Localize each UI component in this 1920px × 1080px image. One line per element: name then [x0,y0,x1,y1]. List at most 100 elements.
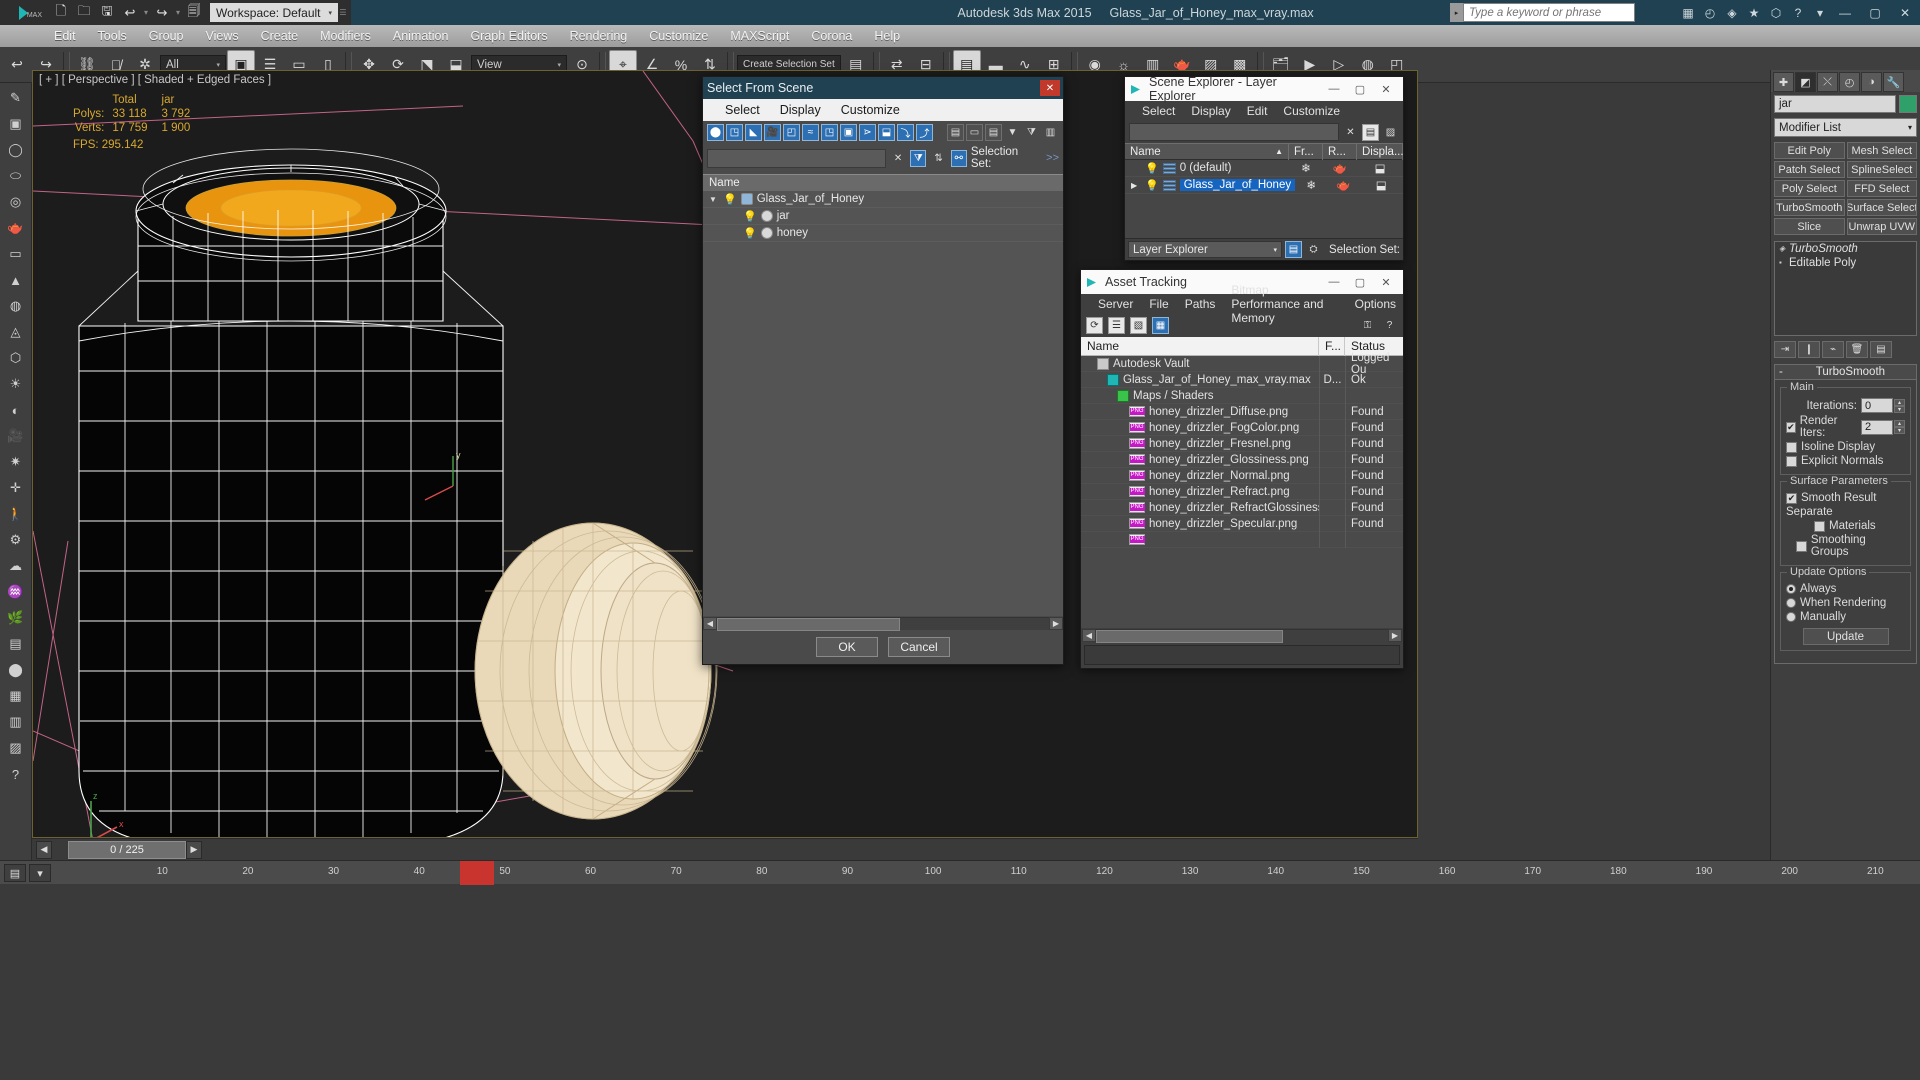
undo-dropdown-icon[interactable]: ▾ [142,2,150,23]
save-icon[interactable]: 🖫 [96,2,118,23]
table-row[interactable]: PNG honey_drizzler_FogColor.png Found [1081,419,1403,436]
list-view-icon[interactable]: ☰ [1108,317,1125,334]
render-iters-spinner[interactable]: 2 ▴ ▾ [1861,419,1905,435]
btn-poly-select[interactable]: Poly Select [1774,180,1845,197]
layer-options-icon[interactable]: ▨ [1382,124,1399,141]
smoothing-groups-checkbox[interactable] [1796,540,1807,552]
scroll-right-icon[interactable]: ▶ [1388,628,1402,642]
btn-mesh-select[interactable]: Mesh Select [1846,142,1917,159]
asset-name-cell[interactable]: PNG honey_drizzler_Fresnel.png [1081,438,1319,450]
minimize-button[interactable]: — [1830,0,1860,25]
freeze-cell-icon[interactable]: ❄ [1295,178,1327,192]
lightbulb-icon[interactable]: 💡 [743,227,757,240]
freeze-cell-icon[interactable]: ❄ [1289,161,1323,175]
render-preview-icon[interactable]: ▥ [3,710,29,734]
dialog-object-list[interactable]: ▼ 💡 Glass_Jar_of_Honey 💡 jar 💡 honey [703,191,1063,616]
box-primitive-icon[interactable]: ▣ [3,112,29,136]
table-row[interactable]: Maps / Shaders [1081,387,1403,404]
iterations-spinner[interactable]: 0 ▴ ▾ [1861,398,1905,413]
collapse-icon[interactable]: - [1779,366,1783,378]
teapot-primitive-icon[interactable]: 🫖 [3,216,29,240]
exchange-icon[interactable]: ◈ [1722,3,1742,22]
asset-tracking-rows[interactable]: Autodesk Vault Logged Ou Glass_Jar_of_Ho… [1081,352,1403,628]
asset-name-cell[interactable]: Maps / Shaders [1081,389,1319,402]
menu-modifiers[interactable]: Modifiers [310,27,381,45]
pin-stack-icon[interactable]: ⇥ [1774,341,1796,358]
asset-horizontal-scrollbar[interactable]: ◀ ▶ [1081,628,1403,643]
new-icon[interactable]: 🗋 [50,2,72,23]
explicit-normals-checkbox[interactable] [1786,455,1797,467]
undo-toolbar-icon[interactable]: ↩ [3,50,31,80]
menu-views[interactable]: Views [195,27,248,45]
lightbulb-icon[interactable]: 💡 [1145,179,1159,192]
scene-explorer-menu-display[interactable]: Display [1184,103,1237,119]
table-row[interactable]: PNG honey_drizzler_Specular.png Found [1081,515,1403,532]
grid-view-icon[interactable]: ▦ [1152,317,1169,334]
scroll-right-icon[interactable]: ▶ [1049,616,1063,630]
helper-icon[interactable]: ✛ [3,476,29,500]
column-freeze[interactable]: Fr... [1289,143,1323,160]
remove-modifier-icon[interactable]: 🗑 [1846,341,1868,358]
table-row[interactable]: PNG honey_drizzler_RefractGlossiness.png… [1081,499,1403,516]
cone-primitive-icon[interactable]: ▲ [3,268,29,292]
btn-turbosmooth[interactable]: TurboSmooth [1774,199,1845,216]
menu-corona[interactable]: Corona [801,27,862,45]
scene-explorer-menu-select[interactable]: Select [1135,103,1182,119]
display-lights-icon[interactable]: ◣ [745,124,762,141]
asset-name-cell[interactable]: PNG honey_drizzler_Glossiness.png [1081,454,1319,466]
maximize-button[interactable]: ▢ [1347,271,1373,293]
collapse-all-icon[interactable]: ▭ [966,124,983,141]
list-view-icon[interactable]: ▤ [985,124,1002,141]
prev-frame-button[interactable]: ◀ [36,840,52,859]
table-row[interactable]: 💡 0 (default) ❄ 🫖 ⬓ [1125,160,1403,177]
signin-icon[interactable]: ▾ [1810,3,1830,22]
btn-slice[interactable]: Slice [1774,218,1845,235]
asset-menu-bitmap[interactable]: Bitmap Performance and Memory [1224,282,1345,326]
menu-graph-editors[interactable]: Graph Editors [460,27,557,45]
menu-rendering[interactable]: Rendering [560,27,638,45]
asset-status-field[interactable] [1084,645,1400,665]
tube-primitive-icon[interactable]: ◍ [3,294,29,318]
spin-up-icon[interactable]: ▴ [1894,420,1905,427]
display-xrefs-icon[interactable]: ▣ [840,124,857,141]
asset-name-cell[interactable]: PNG honey_drizzler_Diffuse.png [1081,406,1319,418]
list-item[interactable]: 💡 jar [703,208,1063,225]
redo-icon[interactable]: ↪ [151,2,173,23]
lightbulb-icon[interactable]: 💡 [743,210,757,223]
show-end-result-icon[interactable]: ❙ [1798,341,1820,358]
object-name-field[interactable]: jar [1774,95,1896,113]
cylinder-primitive-icon[interactable]: ⬭ [3,164,29,188]
qat-overflow-icon[interactable]: ☰ [339,2,347,23]
torus-primitive-icon[interactable]: ◎ [3,190,29,214]
column-name[interactable]: Name ▲ [1125,143,1289,160]
scene-explorer-menu-customize[interactable]: Customize [1276,103,1347,119]
sort-icon[interactable]: ⇅ [930,150,946,167]
table-row[interactable]: ▶ 💡 Glass_Jar_of_Honey ❄ 🫖 ⬓ [1125,177,1403,194]
asset-list-empty-area[interactable] [1081,548,1403,628]
search-dropdown-icon[interactable]: ▸ [1450,3,1463,22]
table-row[interactable]: PNG honey_drizzler_Normal.png Found [1081,467,1403,484]
close-button[interactable]: ✕ [1373,271,1399,293]
menu-maxscript[interactable]: MAXScript [720,27,799,45]
ok-button[interactable]: OK [816,637,878,657]
table-row[interactable]: PNG honey_drizzler_Glossiness.png Found [1081,451,1403,468]
display-groups-icon[interactable]: ◳ [821,124,838,141]
menu-customize[interactable]: Customize [639,27,718,45]
lightbulb-icon[interactable]: 💡 [1145,162,1159,175]
display-bones-icon[interactable]: ⋗ [859,124,876,141]
object-color-swatch[interactable] [1899,95,1917,113]
maximize-button[interactable]: ▢ [1347,78,1373,100]
maximize-button[interactable]: ▢ [1860,0,1890,25]
open-mini-curve-editor-icon[interactable]: ▤ [4,864,26,882]
display-containers-icon[interactable]: ⬓ [878,124,895,141]
display-cell-icon[interactable]: ⬓ [1357,161,1403,175]
light-omni-icon[interactable]: ☀ [3,372,29,396]
column-display[interactable]: Displa... [1357,143,1404,160]
stack-item-editable-poly[interactable]: ▪ Editable Poly [1775,256,1916,270]
display-spacewarps-icon[interactable]: ≈ [802,124,819,141]
sphere-primitive-icon[interactable]: ◯ [3,138,29,162]
biped-icon[interactable]: 🚶 [3,502,29,526]
light-spot-icon[interactable]: ◐ [3,398,29,422]
scroll-thumb[interactable] [717,617,900,631]
render-cell-icon[interactable]: 🫖 [1327,178,1359,192]
